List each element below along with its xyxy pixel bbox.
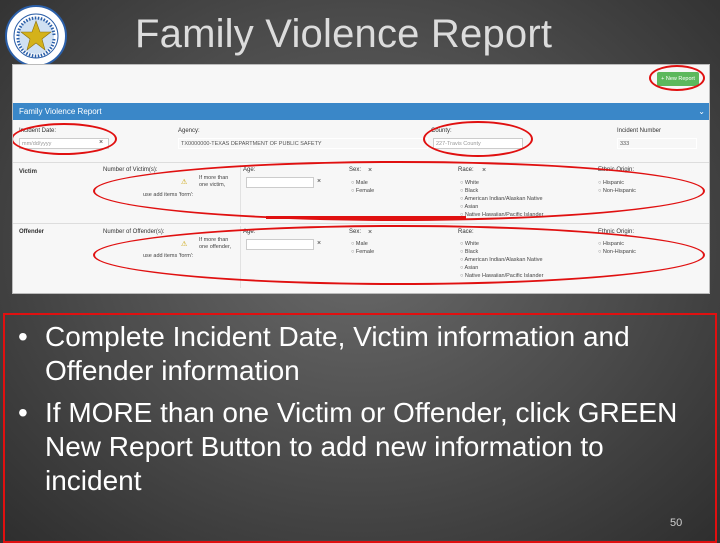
offender-row-highlight bbox=[93, 225, 705, 285]
county-highlight bbox=[423, 121, 533, 157]
offender-row-label: Offender bbox=[19, 229, 45, 235]
victim-row-label: Victim bbox=[19, 169, 37, 175]
offender-count-label: Number of Offender(s): bbox=[103, 229, 165, 235]
bullet-text: Complete Incident Date, Victim informati… bbox=[45, 321, 630, 386]
page-number: 50 bbox=[670, 517, 683, 529]
row-divider-highlight bbox=[266, 216, 466, 219]
incident-date-highlight bbox=[13, 123, 117, 155]
panel-header: Family Violence Report ⌄ bbox=[13, 103, 709, 120]
incident-number-value: 333 bbox=[617, 138, 697, 149]
new-report-highlight bbox=[649, 65, 705, 91]
app-screenshot: + New Report Family Violence Report ⌄ In… bbox=[12, 64, 710, 294]
texas-dps-seal-icon bbox=[5, 5, 67, 67]
bullet-marker: • bbox=[18, 321, 28, 352]
victim-count-label: Number of Victim(s): bbox=[103, 167, 158, 173]
agency-label: Agency: bbox=[178, 128, 200, 134]
bullet-text: If MORE than one Victim or Offender, cli… bbox=[45, 397, 678, 496]
incident-number-label: Incident Number bbox=[617, 128, 662, 134]
bullet-marker: • bbox=[18, 397, 28, 428]
chevron-down-icon[interactable]: ⌄ bbox=[692, 103, 705, 120]
victim-row-highlight bbox=[93, 161, 705, 221]
agency-value: TX0000000-TEXAS DEPARTMENT OF PUBLIC SAF… bbox=[178, 138, 428, 149]
panel-title: Family Violence Report bbox=[19, 107, 102, 116]
slide-title: Family Violence Report bbox=[135, 12, 553, 56]
